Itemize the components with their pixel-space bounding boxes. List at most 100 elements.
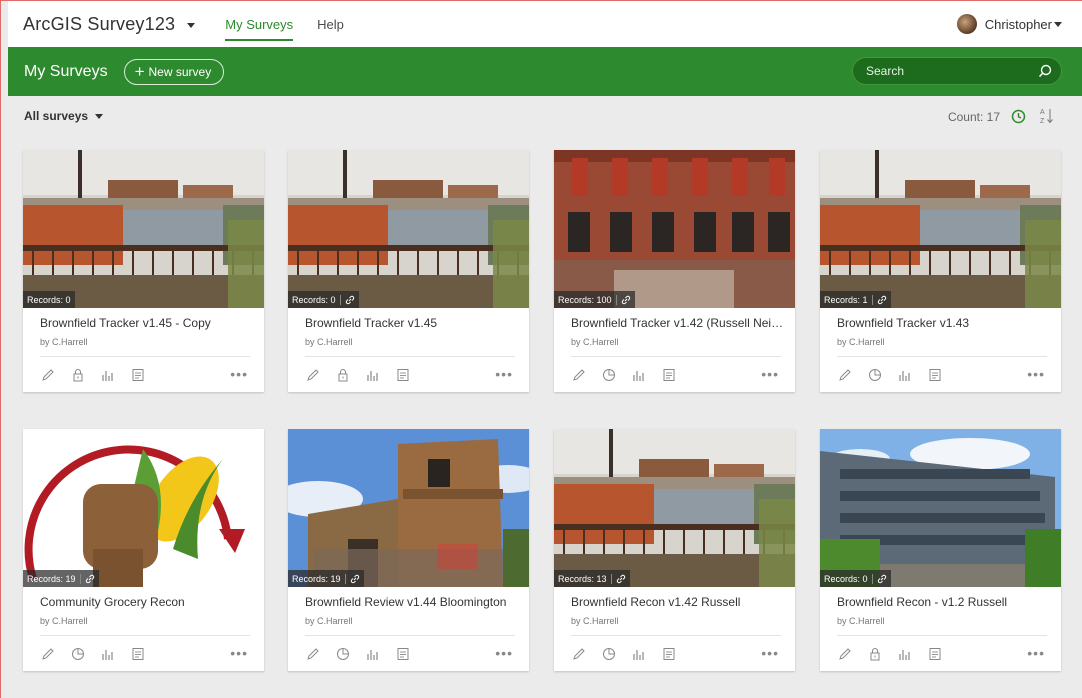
nav-my-surveys[interactable]: My Surveys: [225, 1, 293, 47]
survey-owner: by C.Harrell: [837, 616, 885, 626]
more-options-icon[interactable]: •••: [1027, 366, 1045, 382]
more-options-icon[interactable]: •••: [761, 645, 779, 661]
survey-card[interactable]: Records: 0 Brownfield Recon - v1.2 Russel…: [820, 429, 1061, 671]
survey-thumbnail[interactable]: Records: 0: [820, 429, 1061, 587]
survey-owner: by C.Harrell: [40, 337, 88, 347]
new-survey-label: New survey: [148, 64, 212, 79]
survey-owner: by C.Harrell: [40, 616, 88, 626]
records-count: Records: 100: [558, 294, 612, 305]
survey-thumbnail[interactable]: Records: 1: [820, 150, 1061, 308]
survey-card[interactable]: Records: 1 Brownfield Tracker v1.43 by C.H…: [820, 150, 1061, 392]
avatar: [956, 14, 977, 34]
clock-icon[interactable]: [1011, 109, 1026, 124]
bar-chart-icon[interactable]: [365, 646, 381, 662]
bar-chart-icon[interactable]: [631, 367, 647, 383]
pencil-icon[interactable]: [571, 367, 587, 383]
surveys-header: My Surveys + New survey Search: [8, 47, 1082, 96]
survey-thumbnail[interactable]: Records: 19: [23, 429, 264, 587]
survey-card[interactable]: Records: 0 Brownfield Tracker v1.45 by C.H…: [288, 150, 529, 392]
survey-title[interactable]: Brownfield Tracker v1.45 - Copy: [40, 316, 255, 330]
user-menu[interactable]: Christopher: [956, 1, 1062, 47]
new-survey-button[interactable]: + New survey: [123, 58, 225, 85]
user-name: Christopher: [984, 16, 1052, 32]
survey-title[interactable]: Brownfield Review v1.44 Bloomington: [305, 595, 520, 609]
survey-card[interactable]: Records: 100 Brownfield Tracker v1.42 (Ru…: [554, 150, 795, 392]
survey-title[interactable]: Brownfield Tracker v1.43: [837, 316, 1052, 330]
globe-icon[interactable]: [601, 646, 617, 662]
survey-filter-dropdown[interactable]: All surveys: [24, 109, 104, 123]
records-badge: Records: 0: [820, 570, 891, 587]
data-table-icon[interactable]: [927, 367, 943, 383]
pencil-icon[interactable]: [40, 646, 56, 662]
pencil-icon[interactable]: [40, 367, 56, 383]
survey-card[interactable]: Records: 19 Community Grocery Recon by C.H…: [23, 429, 264, 671]
pencil-icon[interactable]: [837, 646, 853, 662]
card-actions: [571, 366, 691, 384]
pencil-icon[interactable]: [837, 367, 853, 383]
survey-thumbnail[interactable]: Records: 19: [288, 429, 529, 587]
bar-chart-icon[interactable]: [631, 646, 647, 662]
link-icon: [615, 294, 631, 305]
lock-icon[interactable]: [70, 367, 86, 383]
survey-thumbnail[interactable]: Records: 13: [554, 429, 795, 587]
globe-icon[interactable]: [335, 646, 351, 662]
survey-title[interactable]: Brownfield Tracker v1.45: [305, 316, 520, 330]
survey-title[interactable]: Brownfield Recon - v1.2 Russell: [837, 595, 1052, 609]
records-count: Records: 19: [27, 573, 76, 584]
user-menu-caret-icon: [1054, 21, 1062, 27]
survey-title[interactable]: Brownfield Recon v1.42 Russell: [571, 595, 786, 609]
survey-card[interactable]: Records: 13 Brownfield Recon v1.42 Russel…: [554, 429, 795, 671]
data-table-icon[interactable]: [661, 367, 677, 383]
search-input[interactable]: Search: [852, 57, 1062, 85]
more-options-icon[interactable]: •••: [761, 366, 779, 382]
pencil-icon[interactable]: [305, 646, 321, 662]
survey-card[interactable]: Records: 0 Brownfield Tracker v1.45 - Cop…: [23, 150, 264, 392]
more-options-icon[interactable]: •••: [230, 366, 248, 382]
pencil-icon[interactable]: [305, 367, 321, 383]
pencil-icon[interactable]: [571, 646, 587, 662]
survey-thumbnail-image: [288, 429, 529, 587]
sort-icon[interactable]: A Z: [1040, 107, 1054, 125]
survey-title[interactable]: Brownfield Tracker v1.42 (Russell Nei…: [571, 316, 786, 330]
survey-title[interactable]: Community Grocery Recon: [40, 595, 255, 609]
data-table-icon[interactable]: [661, 646, 677, 662]
link-icon: [871, 294, 887, 305]
search-icon[interactable]: [1038, 64, 1052, 78]
filter-label: All surveys: [24, 109, 89, 123]
records-badge: Records: 19: [288, 570, 364, 587]
records-badge: Records: 13: [554, 570, 630, 587]
survey-thumbnail[interactable]: Records: 0: [288, 150, 529, 308]
lock-icon[interactable]: [867, 646, 883, 662]
nav-help[interactable]: Help: [317, 1, 344, 47]
bar-chart-icon[interactable]: [365, 367, 381, 383]
globe-icon[interactable]: [70, 646, 86, 662]
app-menu-caret-icon[interactable]: [187, 22, 196, 28]
data-table-icon[interactable]: [130, 646, 146, 662]
bar-chart-icon[interactable]: [897, 646, 913, 662]
link-icon: [610, 573, 626, 584]
more-options-icon[interactable]: •••: [1027, 645, 1045, 661]
data-table-icon[interactable]: [395, 646, 411, 662]
more-options-icon[interactable]: •••: [495, 366, 513, 382]
card-divider: [837, 635, 1047, 636]
globe-icon[interactable]: [601, 367, 617, 383]
survey-card[interactable]: Records: 19 Brownfield Review v1.44 Bloom…: [288, 429, 529, 671]
data-table-icon[interactable]: [395, 367, 411, 383]
bar-chart-icon[interactable]: [100, 646, 116, 662]
bar-chart-icon[interactable]: [100, 367, 116, 383]
data-table-icon[interactable]: [927, 646, 943, 662]
survey-thumbnail[interactable]: Records: 100: [554, 150, 795, 308]
lock-icon[interactable]: [335, 367, 351, 383]
records-badge: Records: 0: [23, 291, 75, 308]
bar-chart-icon[interactable]: [897, 367, 913, 383]
more-options-icon[interactable]: •••: [495, 645, 513, 661]
data-table-icon[interactable]: [130, 367, 146, 383]
plus-icon: +: [134, 62, 145, 81]
more-options-icon[interactable]: •••: [230, 645, 248, 661]
records-count: Records: 1: [824, 294, 868, 305]
survey-owner: by C.Harrell: [571, 337, 619, 347]
app-title[interactable]: ArcGIS Survey123: [23, 14, 175, 35]
survey-thumbnail[interactable]: Records: 0: [23, 150, 264, 308]
card-divider: [40, 635, 250, 636]
globe-icon[interactable]: [867, 367, 883, 383]
